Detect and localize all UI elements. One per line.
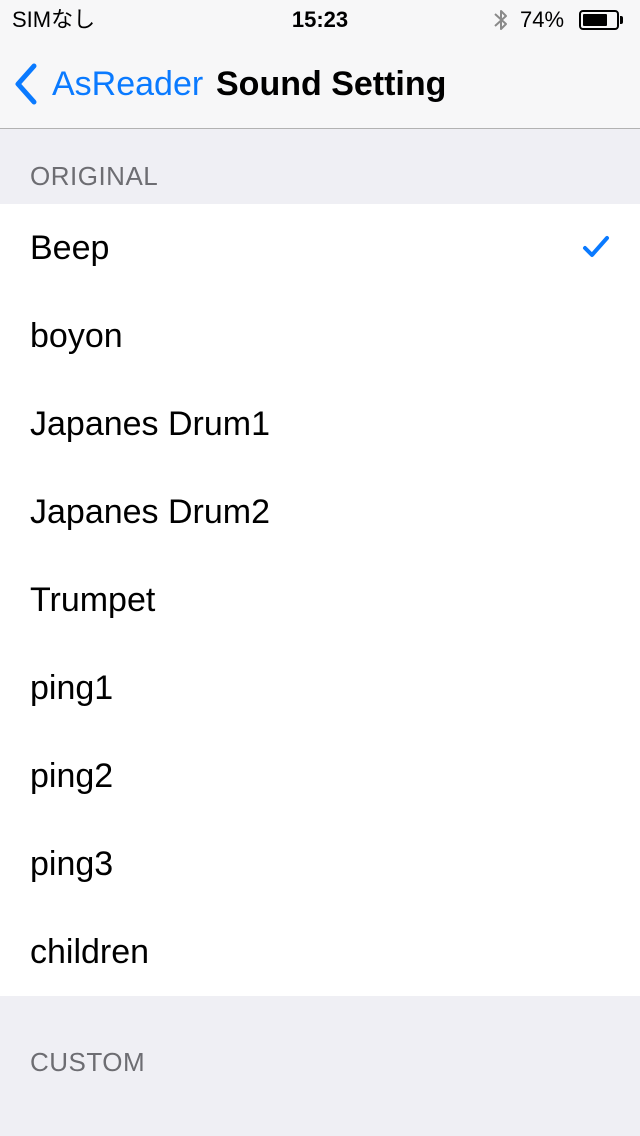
section-header-custom: CUSTOM (30, 1047, 146, 1077)
sound-label: ping1 (30, 669, 114, 707)
list-item[interactable]: Beep (0, 204, 640, 292)
back-label: AsReader (52, 64, 204, 103)
list-item[interactable]: Trumpet (0, 556, 640, 644)
sound-label: Japanes Drum1 (30, 405, 271, 443)
sound-label: Japanes Drum2 (30, 493, 271, 531)
sound-label: Beep (30, 229, 110, 267)
sound-label: Trumpet (30, 581, 156, 619)
back-button[interactable]: AsReader (12, 40, 203, 128)
sound-label: boyon (30, 317, 123, 355)
list-item[interactable]: Japanes Drum2 (0, 468, 640, 556)
sound-label: children (30, 933, 150, 971)
section-header-original: ORIGINAL (30, 161, 159, 191)
list-item[interactable]: ping2 (0, 732, 640, 820)
checkmark-icon (583, 236, 609, 257)
list-item[interactable]: children (0, 908, 640, 996)
battery-icon (579, 10, 619, 30)
navigation-bar: AsReader Sound Setting (0, 40, 640, 129)
list-item[interactable]: ping1 (0, 644, 640, 732)
battery-fill (583, 14, 607, 26)
page-title: Sound Setting (216, 65, 447, 103)
battery-percent: 74% (520, 7, 565, 32)
list-item[interactable]: ping3 (0, 820, 640, 908)
battery-tip (620, 16, 623, 24)
sound-label: ping3 (30, 845, 114, 883)
list-item[interactable]: boyon (0, 292, 640, 380)
status-bar: SIMなし 15:23 74% (0, 0, 640, 40)
list-item[interactable]: Japanes Drum1 (0, 380, 640, 468)
chevron-left-icon (15, 63, 37, 105)
sound-label: ping2 (30, 757, 114, 795)
sound-list: Beep boyon Japanes Drum1 Japanes Drum2 Trump… (0, 204, 640, 996)
bluetooth-icon (494, 10, 507, 30)
